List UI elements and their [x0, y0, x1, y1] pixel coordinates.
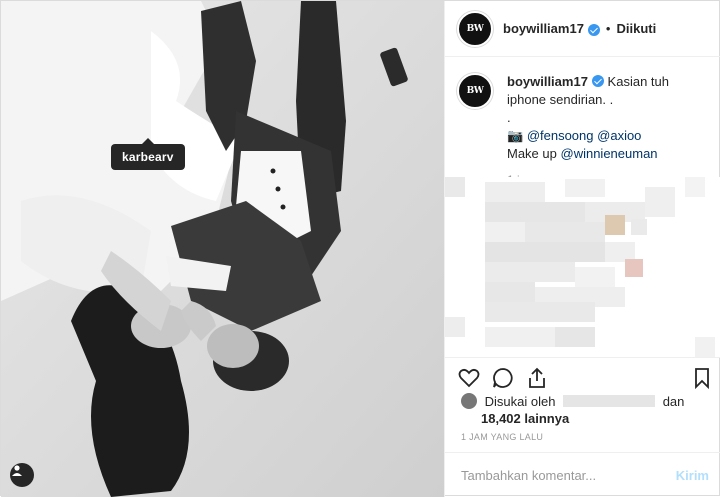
verified-badge-icon [591, 75, 604, 87]
post-timestamp[interactable]: 1 JAM YANG LALU [461, 432, 543, 442]
post-side-panel: BW boywilliam17 • Diikuti BW boywilliam1… [444, 1, 720, 497]
user-tag-button[interactable] [10, 463, 34, 487]
post-header: BW boywilliam17 • Diikuti [445, 1, 720, 57]
camera-emoji: 📷 [507, 128, 524, 143]
mention-link[interactable]: @winnieneuman [561, 146, 658, 161]
comment-input[interactable] [459, 466, 676, 484]
mention-link[interactable]: @axioo [597, 128, 641, 143]
liker-avatar[interactable] [461, 393, 477, 409]
verified-badge-icon [587, 23, 600, 36]
follow-status-button[interactable]: Diikuti [616, 21, 656, 36]
blurred-comments [445, 177, 720, 357]
comment-icon[interactable] [491, 366, 515, 390]
heart-icon[interactable] [457, 366, 481, 390]
comment-bar: Kirim [445, 452, 720, 497]
post-actions [445, 357, 720, 397]
caption-text-line2: . [507, 110, 511, 125]
likes-prefix: Disukai oleh [484, 394, 556, 409]
post-photo[interactable]: karbearv [1, 1, 444, 497]
user-tag-icon [12, 465, 22, 476]
header-separator: • [605, 21, 611, 36]
likes-suffix: dan [662, 394, 685, 409]
caption-body: boywilliam17 Kasian tuh iphone sendirian… [507, 73, 709, 189]
photo-illustration [1, 1, 444, 497]
makeup-label: Make up [507, 146, 557, 161]
likes-count[interactable]: 18,402 lainnya [481, 411, 569, 426]
share-icon[interactable] [525, 366, 549, 390]
post-container: karbearv BW boywilliam17 • Diikuti BW bo… [0, 0, 720, 497]
caption: BW boywilliam17 Kasian tuh iphone sendir… [445, 57, 720, 189]
bookmark-icon[interactable] [690, 366, 714, 390]
author-avatar[interactable]: BW [457, 10, 493, 47]
likes-summary: Disukai oleh dan 18,402 lainnya [461, 393, 684, 427]
caption-avatar[interactable]: BW [457, 73, 493, 109]
author-username[interactable]: boywilliam17 [503, 21, 584, 36]
comments-section: BW boywilliam17 Kasian tuh iphone sendir… [445, 57, 720, 357]
mention-link[interactable]: @fensoong [527, 128, 594, 143]
post-comment-button[interactable]: Kirim [676, 468, 709, 483]
photo-user-tag[interactable]: karbearv [111, 138, 185, 170]
caption-username[interactable]: boywilliam17 [507, 74, 588, 89]
blurred-liker-name [563, 395, 656, 407]
